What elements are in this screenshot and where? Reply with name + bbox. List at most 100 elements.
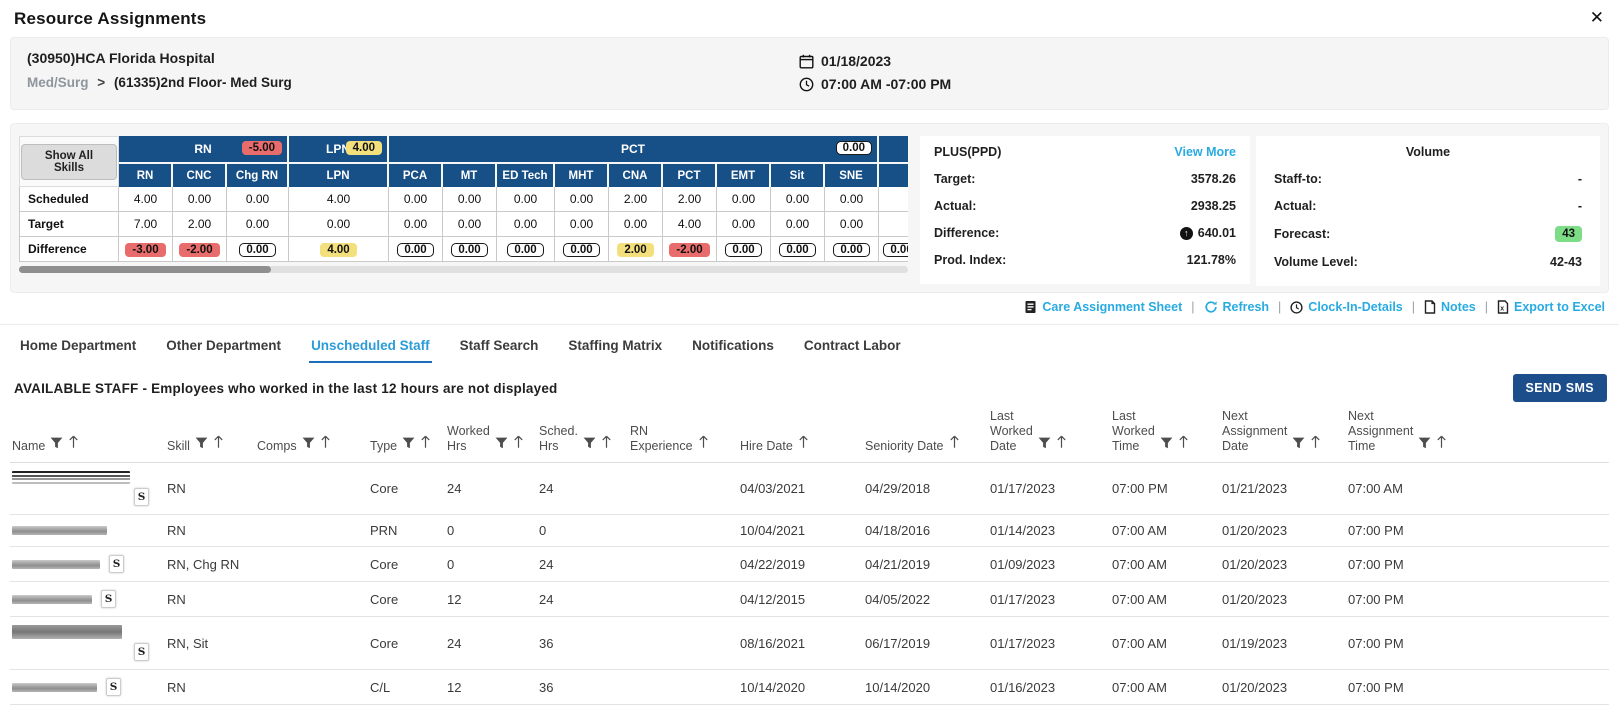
tab-staff-search[interactable]: Staff Search [460, 338, 539, 353]
tab-unscheduled-staff[interactable]: Unscheduled Staff [311, 338, 430, 353]
difference-value-box[interactable]: 0.00 [451, 243, 487, 257]
matrix-cell: 0.00 [497, 237, 555, 262]
staff-rn-experience [628, 670, 738, 705]
filter-icon[interactable] [402, 437, 415, 453]
skill-column-mht: MHT [555, 164, 609, 187]
ppd-row: Prod. Index:121.78% [934, 253, 1236, 267]
column-header-worked-hrs: WorkedHrs [445, 407, 537, 463]
tab-home-department[interactable]: Home Department [20, 338, 136, 353]
sort-icon[interactable] [420, 435, 431, 453]
matrix-cell: 0.00 [497, 187, 555, 212]
filter-icon[interactable] [1292, 437, 1305, 453]
matrix-cell: -2.00 [173, 237, 227, 262]
sort-icon[interactable] [601, 435, 612, 453]
titlebar: Resource Assignments ✕ [0, 0, 1619, 33]
staff-hire-date: 04/22/2019 [738, 547, 863, 582]
staff-hire-date: 08/16/2021 [738, 617, 863, 670]
ppd-value: 3578.26 [1191, 172, 1236, 186]
view-more-link[interactable]: View More [1174, 145, 1236, 159]
staff-next-assignment-date: 01/20/2023 [1220, 670, 1346, 705]
sort-icon[interactable] [949, 435, 960, 453]
redacted-name-bar [12, 560, 100, 569]
staff-comps [255, 547, 368, 582]
clock-in-details-link[interactable]: Clock-In-Details [1290, 300, 1402, 314]
difference-value-box[interactable]: 0.00 [836, 141, 872, 155]
staff-sched-hrs: 24 [537, 547, 628, 582]
difference-value-box[interactable]: 0.00 [397, 243, 433, 257]
volume-panel: Volume Staff-to:-Actual:-Forecast:43Volu… [1256, 136, 1600, 286]
link-separator: | [1191, 300, 1194, 314]
filter-icon[interactable] [195, 437, 208, 453]
staff-rn-experience [628, 617, 738, 670]
staff-last-worked-time: 07:00 AM [1110, 547, 1220, 582]
filter-icon[interactable] [302, 437, 315, 453]
filter-icon[interactable] [1418, 437, 1431, 453]
tab-notifications[interactable]: Notifications [692, 338, 774, 353]
sort-icon[interactable] [513, 435, 524, 453]
filter-icon[interactable] [583, 437, 596, 453]
staff-next-assignment-date: 01/20/2023 [1220, 582, 1346, 617]
sort-icon[interactable] [698, 435, 709, 453]
difference-value-box[interactable]: 0.00 [563, 243, 599, 257]
breadcrumb-parent-link[interactable]: Med/Surg [27, 75, 89, 90]
matrix-cell: 0.00 [825, 187, 879, 212]
sort-icon[interactable] [320, 435, 331, 453]
staff-row[interactable]: RNPRN0010/04/202104/18/201601/14/202307:… [10, 515, 1609, 547]
difference-value-box[interactable]: 0.00 [507, 243, 543, 257]
staff-row[interactable]: SRN, SitCore243608/16/202106/17/201901/1… [10, 617, 1609, 670]
volume-label: Staff-to: [1274, 172, 1322, 186]
filter-icon[interactable] [50, 437, 63, 453]
difference-value-box[interactable]: 0.00 [883, 243, 908, 257]
filter-icon[interactable] [1038, 437, 1051, 453]
column-header-rn-experience: RNExperience [628, 407, 738, 463]
staff-worked-hrs: 0 [445, 515, 537, 547]
matrix-cell: 0.00 [771, 187, 825, 212]
filter-icon[interactable] [1160, 437, 1173, 453]
column-header-next-assignment-date: NextAssignmentDate [1220, 407, 1346, 463]
available-staff-heading: AVAILABLE STAFF - Employees who worked i… [14, 381, 558, 396]
staff-row[interactable]: SRNC/L123610/14/202010/14/202001/16/2023… [10, 670, 1609, 705]
staff-comps [255, 463, 368, 515]
staff-type: Core [368, 547, 445, 582]
calendar-icon [799, 54, 814, 69]
sort-icon[interactable] [68, 435, 79, 453]
staff-rn-experience [628, 547, 738, 582]
difference-value-box[interactable]: 0.00 [725, 243, 761, 257]
staff-comps [255, 617, 368, 670]
refresh-link[interactable]: Refresh [1204, 300, 1270, 314]
staff-row[interactable]: SRNCore122404/12/201504/05/202201/17/202… [10, 582, 1609, 617]
difference-value-box[interactable]: 0.00 [779, 243, 815, 257]
send-sms-button[interactable]: SEND SMS [1513, 374, 1608, 402]
available-staff-header: AVAILABLE STAFF - Employees who worked i… [0, 362, 1619, 407]
staff-skill: RN [165, 582, 255, 617]
difference-value-box[interactable]: 0.00 [833, 243, 869, 257]
care-assignment-sheet-link[interactable]: Care Assignment Sheet [1024, 300, 1182, 314]
filter-icon[interactable] [495, 437, 508, 453]
svg-text:x: x [1500, 306, 1504, 313]
staff-sched-hrs: 0 [537, 515, 628, 547]
tab-other-department[interactable]: Other Department [166, 338, 281, 353]
sort-icon[interactable] [1056, 435, 1067, 453]
show-all-skills-button[interactable]: Show All Skills [21, 144, 117, 180]
staff-name-cell: S [10, 547, 165, 582]
staff-row[interactable]: SRNCore242404/03/202104/29/201801/17/202… [10, 463, 1609, 515]
matrix-scrollbar[interactable] [19, 266, 908, 273]
staff-row[interactable]: SRN, Chg RNCore02404/22/201904/21/201901… [10, 547, 1609, 582]
sort-icon[interactable] [798, 435, 809, 453]
staff-hire-date: 10/04/2021 [738, 515, 863, 547]
sort-icon[interactable] [1310, 435, 1321, 453]
tab-contract-labor[interactable]: Contract Labor [804, 338, 901, 353]
tab-bar: Home Department Other Department Unschedul… [0, 324, 1619, 362]
sort-icon[interactable] [1178, 435, 1189, 453]
redacted-name-bar [12, 526, 107, 535]
notes-link[interactable]: Notes [1424, 300, 1476, 314]
sort-icon[interactable] [1436, 435, 1447, 453]
context-right: 01/18/2023 07:00 AM -07:00 PM [799, 50, 951, 99]
tab-staffing-matrix[interactable]: Staffing Matrix [568, 338, 662, 353]
export-to-excel-link[interactable]: xExport to Excel [1497, 300, 1605, 314]
staff-rn-experience [628, 582, 738, 617]
close-icon[interactable]: ✕ [1588, 7, 1606, 28]
difference-value-box[interactable]: 0.00 [239, 243, 275, 257]
sort-icon[interactable] [213, 435, 224, 453]
matrix-scrollbar-thumb[interactable] [19, 266, 271, 273]
